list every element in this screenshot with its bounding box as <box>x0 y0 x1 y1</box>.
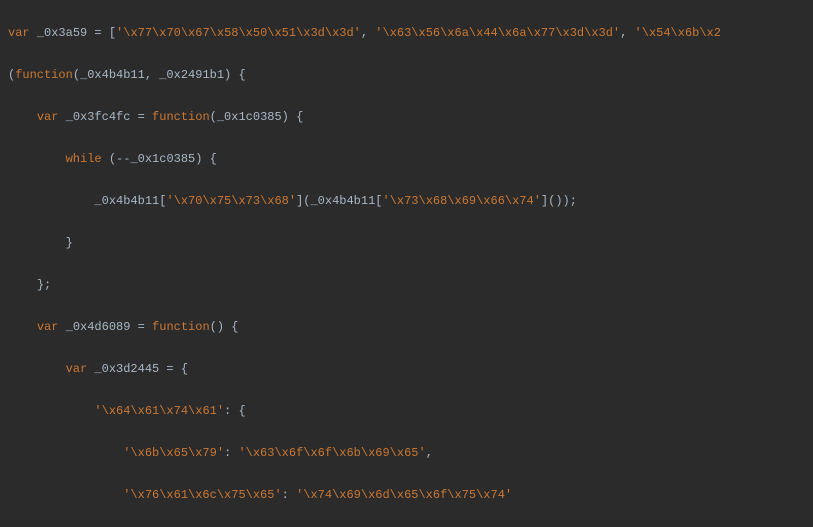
code-line: var _0x3d2445 = { <box>8 359 813 380</box>
code-line: _0x4b4b11['\x70\x75\x73\x68'](_0x4b4b11[… <box>8 191 813 212</box>
keyword-function: function <box>15 68 73 82</box>
keyword-var: var <box>8 26 30 40</box>
code-line: '\x76\x61\x6c\x75\x65': '\x74\x69\x6d\x6… <box>8 485 813 506</box>
code-line: var _0x3fc4fc = function(_0x1c0385) { <box>8 107 813 128</box>
code-line: '\x6b\x65\x79': '\x63\x6f\x6f\x6b\x69\x6… <box>8 443 813 464</box>
code-line: }; <box>8 275 813 296</box>
code-editor[interactable]: var _0x3a59 = ['\x77\x70\x67\x58\x50\x51… <box>0 0 813 527</box>
code-line: (function(_0x4b4b11, _0x2491b1) { <box>8 65 813 86</box>
code-line: var _0x4d6089 = function() { <box>8 317 813 338</box>
code-line: } <box>8 233 813 254</box>
code-line: while (--_0x1c0385) { <box>8 149 813 170</box>
keyword-while: while <box>66 152 102 166</box>
code-line: '\x64\x61\x74\x61': { <box>8 401 813 422</box>
code-line: var _0x3a59 = ['\x77\x70\x67\x58\x50\x51… <box>8 23 813 44</box>
